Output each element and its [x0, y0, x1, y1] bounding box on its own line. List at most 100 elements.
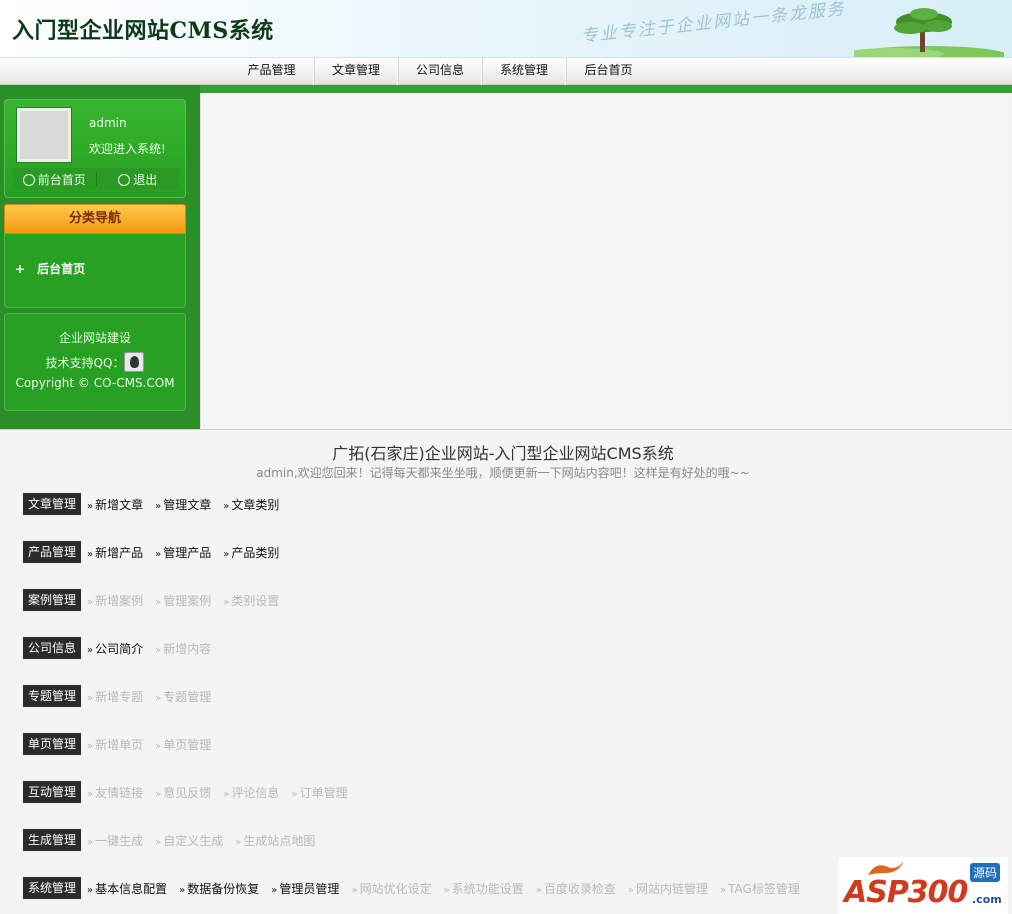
chevron-right-icon: »	[87, 500, 94, 512]
logout-label: 退出	[133, 172, 158, 187]
sidebar: admin 欢迎进入系统! 前台首页 退出 分类导航 + 后台首页 企业网站建设 …	[0, 85, 200, 429]
category-item-admin-home[interactable]: + 后台首页	[15, 260, 85, 277]
row-link[interactable]: » 单页管理	[155, 736, 211, 753]
chevron-right-icon: »	[155, 548, 162, 560]
nav-item-articles[interactable]: 文章管理	[314, 58, 398, 85]
row-link-label: 公司简介	[95, 641, 144, 656]
nav-item-system[interactable]: 系统管理	[482, 58, 566, 85]
row-link[interactable]: » 新增文章	[87, 496, 143, 513]
row-link[interactable]: » 自定义生成	[155, 832, 223, 849]
row-link[interactable]: » 一键生成	[87, 832, 143, 849]
chevron-right-icon: »	[87, 836, 94, 848]
row-label: 互动管理	[23, 781, 82, 803]
row-link-label: 一键生成	[95, 833, 144, 848]
row-link-label: 系统功能设置	[451, 881, 524, 896]
chevron-right-icon: »	[155, 836, 162, 848]
row-link[interactable]: » 新增产品	[87, 544, 143, 561]
row-link[interactable]: » 管理案例	[155, 592, 211, 609]
row-link[interactable]: » 专题管理	[155, 688, 211, 705]
row-link-label: 网站内链管理	[635, 881, 708, 896]
dashboard-title: 广拓(石家庄)企业网站-入门型企业网站CMS系统	[332, 444, 674, 463]
row-link[interactable]: » 订单管理	[291, 784, 347, 801]
watermark-logo: ASP300	[844, 875, 968, 910]
row-link[interactable]: » 友情链接	[87, 784, 143, 801]
row-link[interactable]: » 生成站点地图	[235, 832, 315, 849]
row-link-label: 新增产品	[95, 545, 144, 560]
row-link[interactable]: » 类别设置	[223, 592, 279, 609]
chevron-right-icon: »	[87, 644, 94, 656]
row-link[interactable]: » 管理文章	[155, 496, 211, 513]
nav-item-company[interactable]: 公司信息	[398, 58, 482, 85]
chevron-right-icon: »	[271, 884, 278, 896]
row-link[interactable]: » 系统功能设置	[444, 880, 524, 897]
row-link[interactable]: » 百度收录检查	[536, 880, 616, 897]
chevron-right-icon: »	[87, 692, 94, 704]
front-home-label: 前台首页	[37, 172, 86, 187]
row-link[interactable]: » 文章类别	[223, 496, 279, 513]
qq-icon[interactable]	[124, 352, 145, 372]
row-link[interactable]: » 数据备份恢复	[179, 880, 259, 897]
row-link[interactable]: » 基本信息配置	[87, 880, 167, 897]
row-link[interactable]: » TAG标签管理	[720, 880, 800, 897]
row-link[interactable]: » 管理员管理	[271, 880, 339, 897]
row-label: 单页管理	[23, 733, 82, 755]
row-link[interactable]: » 公司简介	[87, 640, 143, 657]
row-label: 生成管理	[23, 829, 82, 851]
row-link[interactable]: » 新增专题	[87, 688, 143, 705]
header-slogan: 专业专注于企业网站一条龙服务	[579, 0, 847, 47]
dashboard-subtitle: admin,欢迎您回来！记得每天都来坐坐哦，顺便更新一下网站内容吧！这样是有好处…	[256, 466, 750, 480]
chevron-right-icon: »	[535, 884, 542, 896]
row-link-label: 百度收录检查	[543, 881, 616, 896]
row-label: 专题管理	[23, 685, 82, 707]
row-link-label: 新增内容	[163, 641, 212, 656]
row-link-label: 网站优化设定	[359, 881, 432, 896]
support-qq-label: 技术支持QQ：	[45, 356, 125, 370]
tree-banner-icon	[854, 8, 1004, 57]
logout-link[interactable]: 退出	[97, 171, 180, 188]
row-link-label: 友情链接	[95, 785, 144, 800]
chevron-right-icon: »	[235, 836, 242, 848]
row-link-label: 专题管理	[163, 689, 212, 704]
category-nav-body: + 后台首页	[4, 234, 186, 308]
row-link-label: 意见反馈	[163, 785, 212, 800]
no-entry-icon	[22, 173, 35, 186]
row-link[interactable]: » 新增内容	[155, 640, 211, 657]
row-link-label: 新增单页	[95, 737, 144, 752]
dashboard-content: 广拓(石家庄)企业网站-入门型企业网站CMS系统 admin,欢迎您回来！记得每…	[0, 429, 1012, 914]
chevron-right-icon: »	[720, 884, 727, 896]
management-row: 生成管理» 一键生成» 自定义生成» 生成站点地图	[23, 829, 327, 851]
row-link-label: 管理文章	[163, 497, 212, 512]
row-link[interactable]: » 意见反馈	[155, 784, 211, 801]
row-link-label: 管理员管理	[279, 881, 340, 896]
chevron-right-icon: »	[155, 596, 162, 608]
management-row: 产品管理» 新增产品» 管理产品» 产品类别	[23, 541, 291, 563]
chevron-right-icon: »	[87, 884, 94, 896]
row-link-label: 订单管理	[299, 785, 348, 800]
chevron-right-icon: »	[87, 788, 94, 800]
row-label: 系统管理	[23, 877, 82, 899]
row-link[interactable]: » 新增案例	[87, 592, 143, 609]
row-link[interactable]: » 产品类别	[223, 544, 279, 561]
watermark-domain: .com	[972, 893, 1002, 906]
row-link[interactable]: » 网站内链管理	[628, 880, 708, 897]
chevron-right-icon: »	[87, 548, 94, 560]
row-link[interactable]: » 管理产品	[155, 544, 211, 561]
management-row: 系统管理» 基本信息配置» 数据备份恢复» 管理员管理» 网站优化设定» 系统功能设置» 百…	[23, 877, 812, 899]
row-link-label: 管理产品	[163, 545, 212, 560]
row-link[interactable]: » 网站优化设定	[351, 880, 431, 897]
chevron-right-icon: »	[155, 788, 162, 800]
chevron-right-icon: »	[223, 548, 230, 560]
row-link-label: 产品类别	[231, 545, 280, 560]
support-line-1: 企业网站建设	[58, 331, 131, 345]
row-link[interactable]: » 新增单页	[87, 736, 143, 753]
management-row: 专题管理» 新增专题» 专题管理	[23, 685, 223, 707]
row-link-label: 新增文章	[95, 497, 144, 512]
nav-item-products[interactable]: 产品管理	[230, 58, 314, 85]
nav-item-admin-home[interactable]: 后台首页	[566, 58, 650, 85]
site-header: 入门型企业网站CMS系统 专业专注于企业网站一条龙服务	[0, 0, 1012, 58]
row-link[interactable]: » 评论信息	[223, 784, 279, 801]
support-panel: 企业网站建设 技术支持QQ： Copyright © CO-CMS.COM	[4, 313, 186, 411]
chevron-right-icon: »	[155, 644, 162, 656]
front-home-link[interactable]: 前台首页	[13, 171, 96, 188]
category-item-label: 后台首页	[37, 262, 86, 276]
